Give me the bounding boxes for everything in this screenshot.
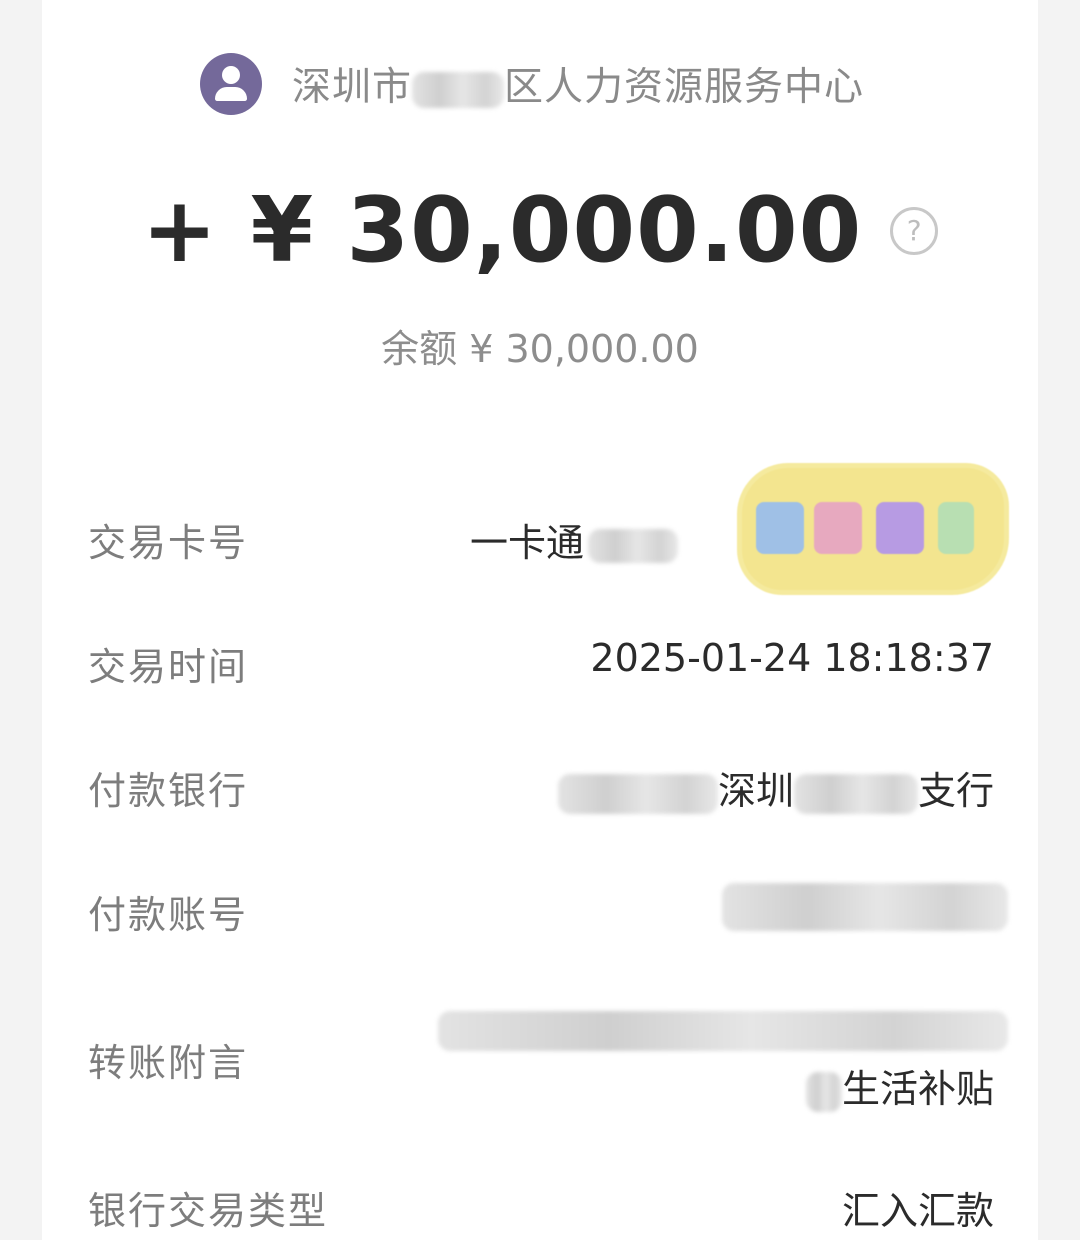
transfer-note-suffix: 生活补贴: [841, 1067, 994, 1111]
redacted-branch-name: [793, 773, 918, 814]
redacted-bank-name: [557, 773, 718, 814]
bank-transaction-type-value: 汇入汇款: [841, 1189, 994, 1233]
payer-name-suffix: 区人力资源服务中心: [504, 65, 865, 110]
transaction-time-value: 2025-01-24 18:18:37: [590, 636, 994, 680]
transfer-note-line-2: 生活补贴: [805, 1058, 994, 1113]
payer-account-label: 付款账号: [88, 893, 249, 937]
redacted-account-number: [722, 882, 1008, 931]
transaction-detail-card: 深圳市 区人力资源服务中心 + ¥ 30,000.00? 余额 ¥ 30,000.…: [42, 0, 1038, 1240]
redacted-note-prefix: [805, 1071, 842, 1112]
transaction-time-label: 交易时间: [88, 645, 249, 689]
balance-text: 余额 ¥ 30,000.00: [381, 327, 699, 371]
redacted-district: [412, 71, 505, 108]
card-number-value: 一卡通: [470, 512, 678, 567]
payer-name-prefix: 深圳市: [292, 65, 413, 110]
transfer-note-label: 转账附言: [88, 1041, 249, 1085]
redacted-note-text: [438, 1010, 1008, 1051]
amount-row: + ¥ 30,000.00?: [42, 178, 1038, 283]
transfer-note-line-1: [438, 1006, 1008, 1051]
question-circle-icon[interactable]: ?: [890, 206, 939, 255]
person-avatar-icon: [200, 53, 262, 115]
payer-name: 深圳市 区人力资源服务中心: [292, 56, 864, 112]
redacted-card-digits: [588, 528, 678, 563]
transaction-amount: + ¥ 30,000.00: [141, 178, 863, 283]
payer-account-value: [722, 882, 1008, 931]
payer-bank-suffix: 支行: [917, 769, 994, 813]
payer-bank-value: 深圳 支行: [557, 760, 994, 815]
payer-header[interactable]: 深圳市 区人力资源服务中心: [200, 52, 864, 116]
payer-bank-city: 深圳: [717, 769, 794, 813]
card-number-label: 交易卡号: [88, 521, 249, 565]
bank-transaction-type-label: 银行交易类型: [88, 1189, 329, 1233]
card-number-prefix: 一卡通: [469, 521, 584, 565]
payer-bank-label: 付款银行: [88, 769, 249, 813]
sticker-decoration: [742, 468, 1004, 590]
